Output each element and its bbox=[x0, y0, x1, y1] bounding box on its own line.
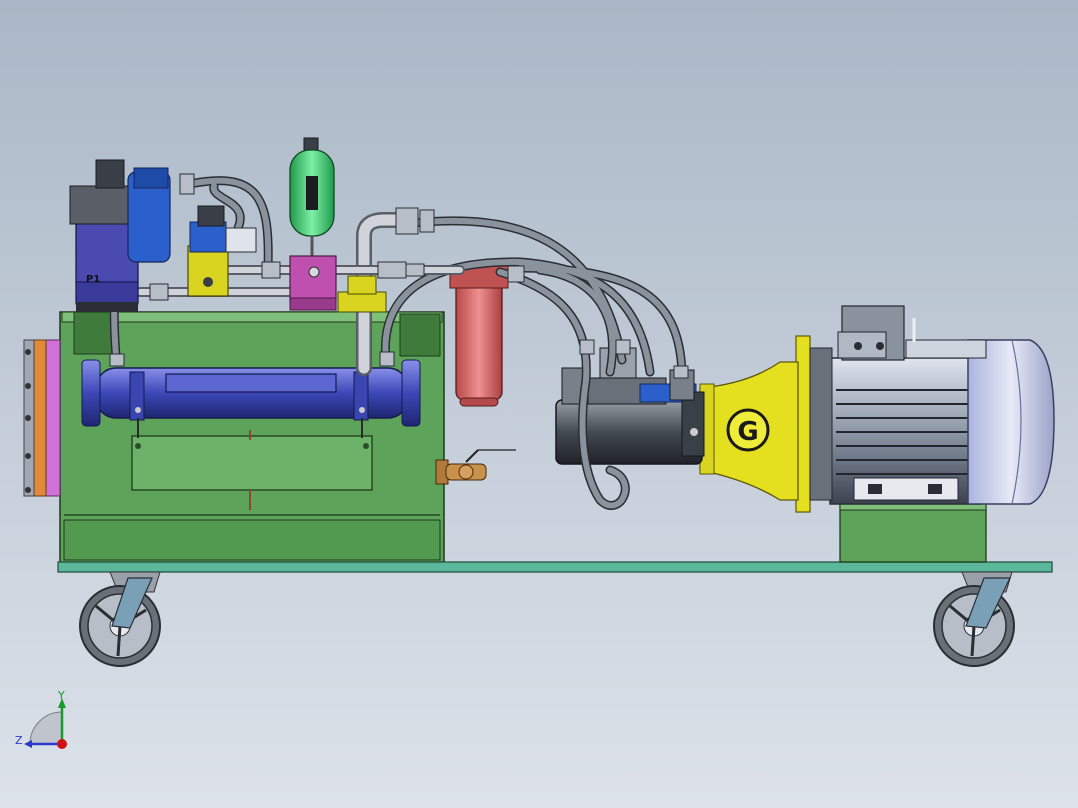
coupling-mark: G bbox=[737, 417, 758, 447]
cad-viewport: G P1 Y Z bbox=[0, 0, 1078, 808]
end-flange bbox=[23, 339, 61, 497]
tank-access-panel bbox=[131, 435, 373, 491]
motor-flange bbox=[795, 335, 833, 513]
axis-y-label: Y bbox=[57, 689, 65, 702]
pressure-manifold[interactable] bbox=[289, 255, 337, 311]
pump-tag: P1 bbox=[86, 274, 100, 285]
return-filter[interactable] bbox=[449, 265, 509, 407]
axis-z-label: Z bbox=[15, 734, 23, 747]
